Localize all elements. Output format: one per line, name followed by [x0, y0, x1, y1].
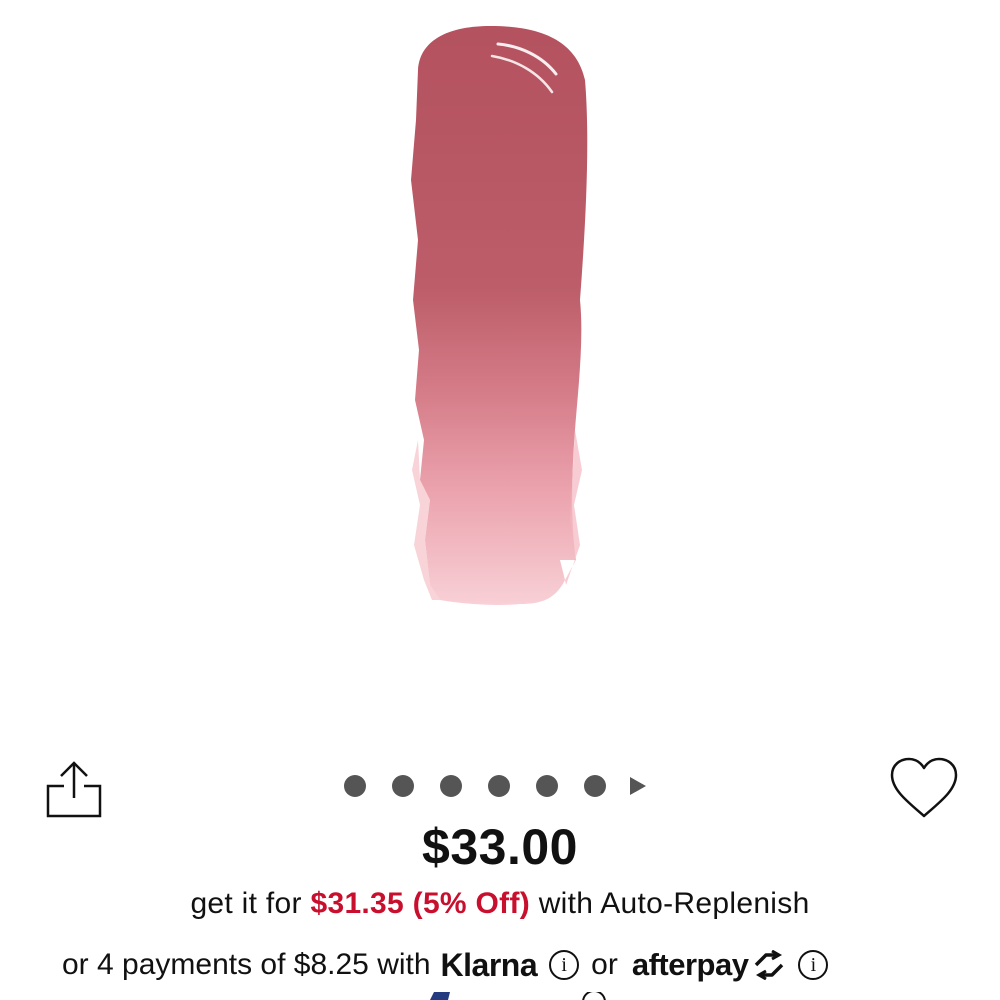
afterpay-logo: afterpay: [631, 947, 749, 982]
carousel-dot-4[interactable]: [488, 775, 510, 797]
heart-icon: [890, 757, 958, 818]
installment-options: or 4 payments of $8.25 with Klarna i or …: [62, 945, 829, 985]
klarna-info-icon[interactable]: i: [549, 950, 580, 980]
afterpay-arrows-icon: [755, 950, 784, 980]
auto-replenish-suffix: with Auto-Replenish: [538, 887, 810, 920]
price: $33.00: [422, 819, 578, 875]
product-image[interactable]: [0, 0, 1000, 730]
or-text: or: [591, 948, 618, 981]
klarna-logo: Klarna: [440, 946, 538, 983]
carousel-dot-3[interactable]: [440, 775, 462, 797]
carousel-dot-6[interactable]: [584, 775, 606, 797]
auto-replenish-offer: get it for $31.35 (5% Off) with Auto-Rep…: [0, 887, 1000, 921]
carousel-next-icon[interactable]: [630, 777, 646, 795]
share-button[interactable]: [44, 758, 104, 820]
carousel-dot-1[interactable]: [344, 775, 366, 797]
auto-replenish-prefix: get it for: [190, 887, 302, 920]
auto-replenish-sale-price: $31.35 (5% Off): [310, 887, 531, 920]
carousel-pagination: [344, 773, 646, 799]
afterpay-info-icon[interactable]: i: [798, 950, 829, 980]
installment-text: or 4 payments of $8.25 with: [62, 948, 431, 981]
share-icon: [46, 761, 102, 818]
carousel-dot-2[interactable]: [392, 775, 414, 797]
lip-swatch-image: [411, 26, 588, 605]
paypal-row-partial: [430, 992, 606, 1000]
carousel-dot-5[interactable]: [536, 775, 558, 797]
wishlist-button[interactable]: [888, 756, 960, 822]
